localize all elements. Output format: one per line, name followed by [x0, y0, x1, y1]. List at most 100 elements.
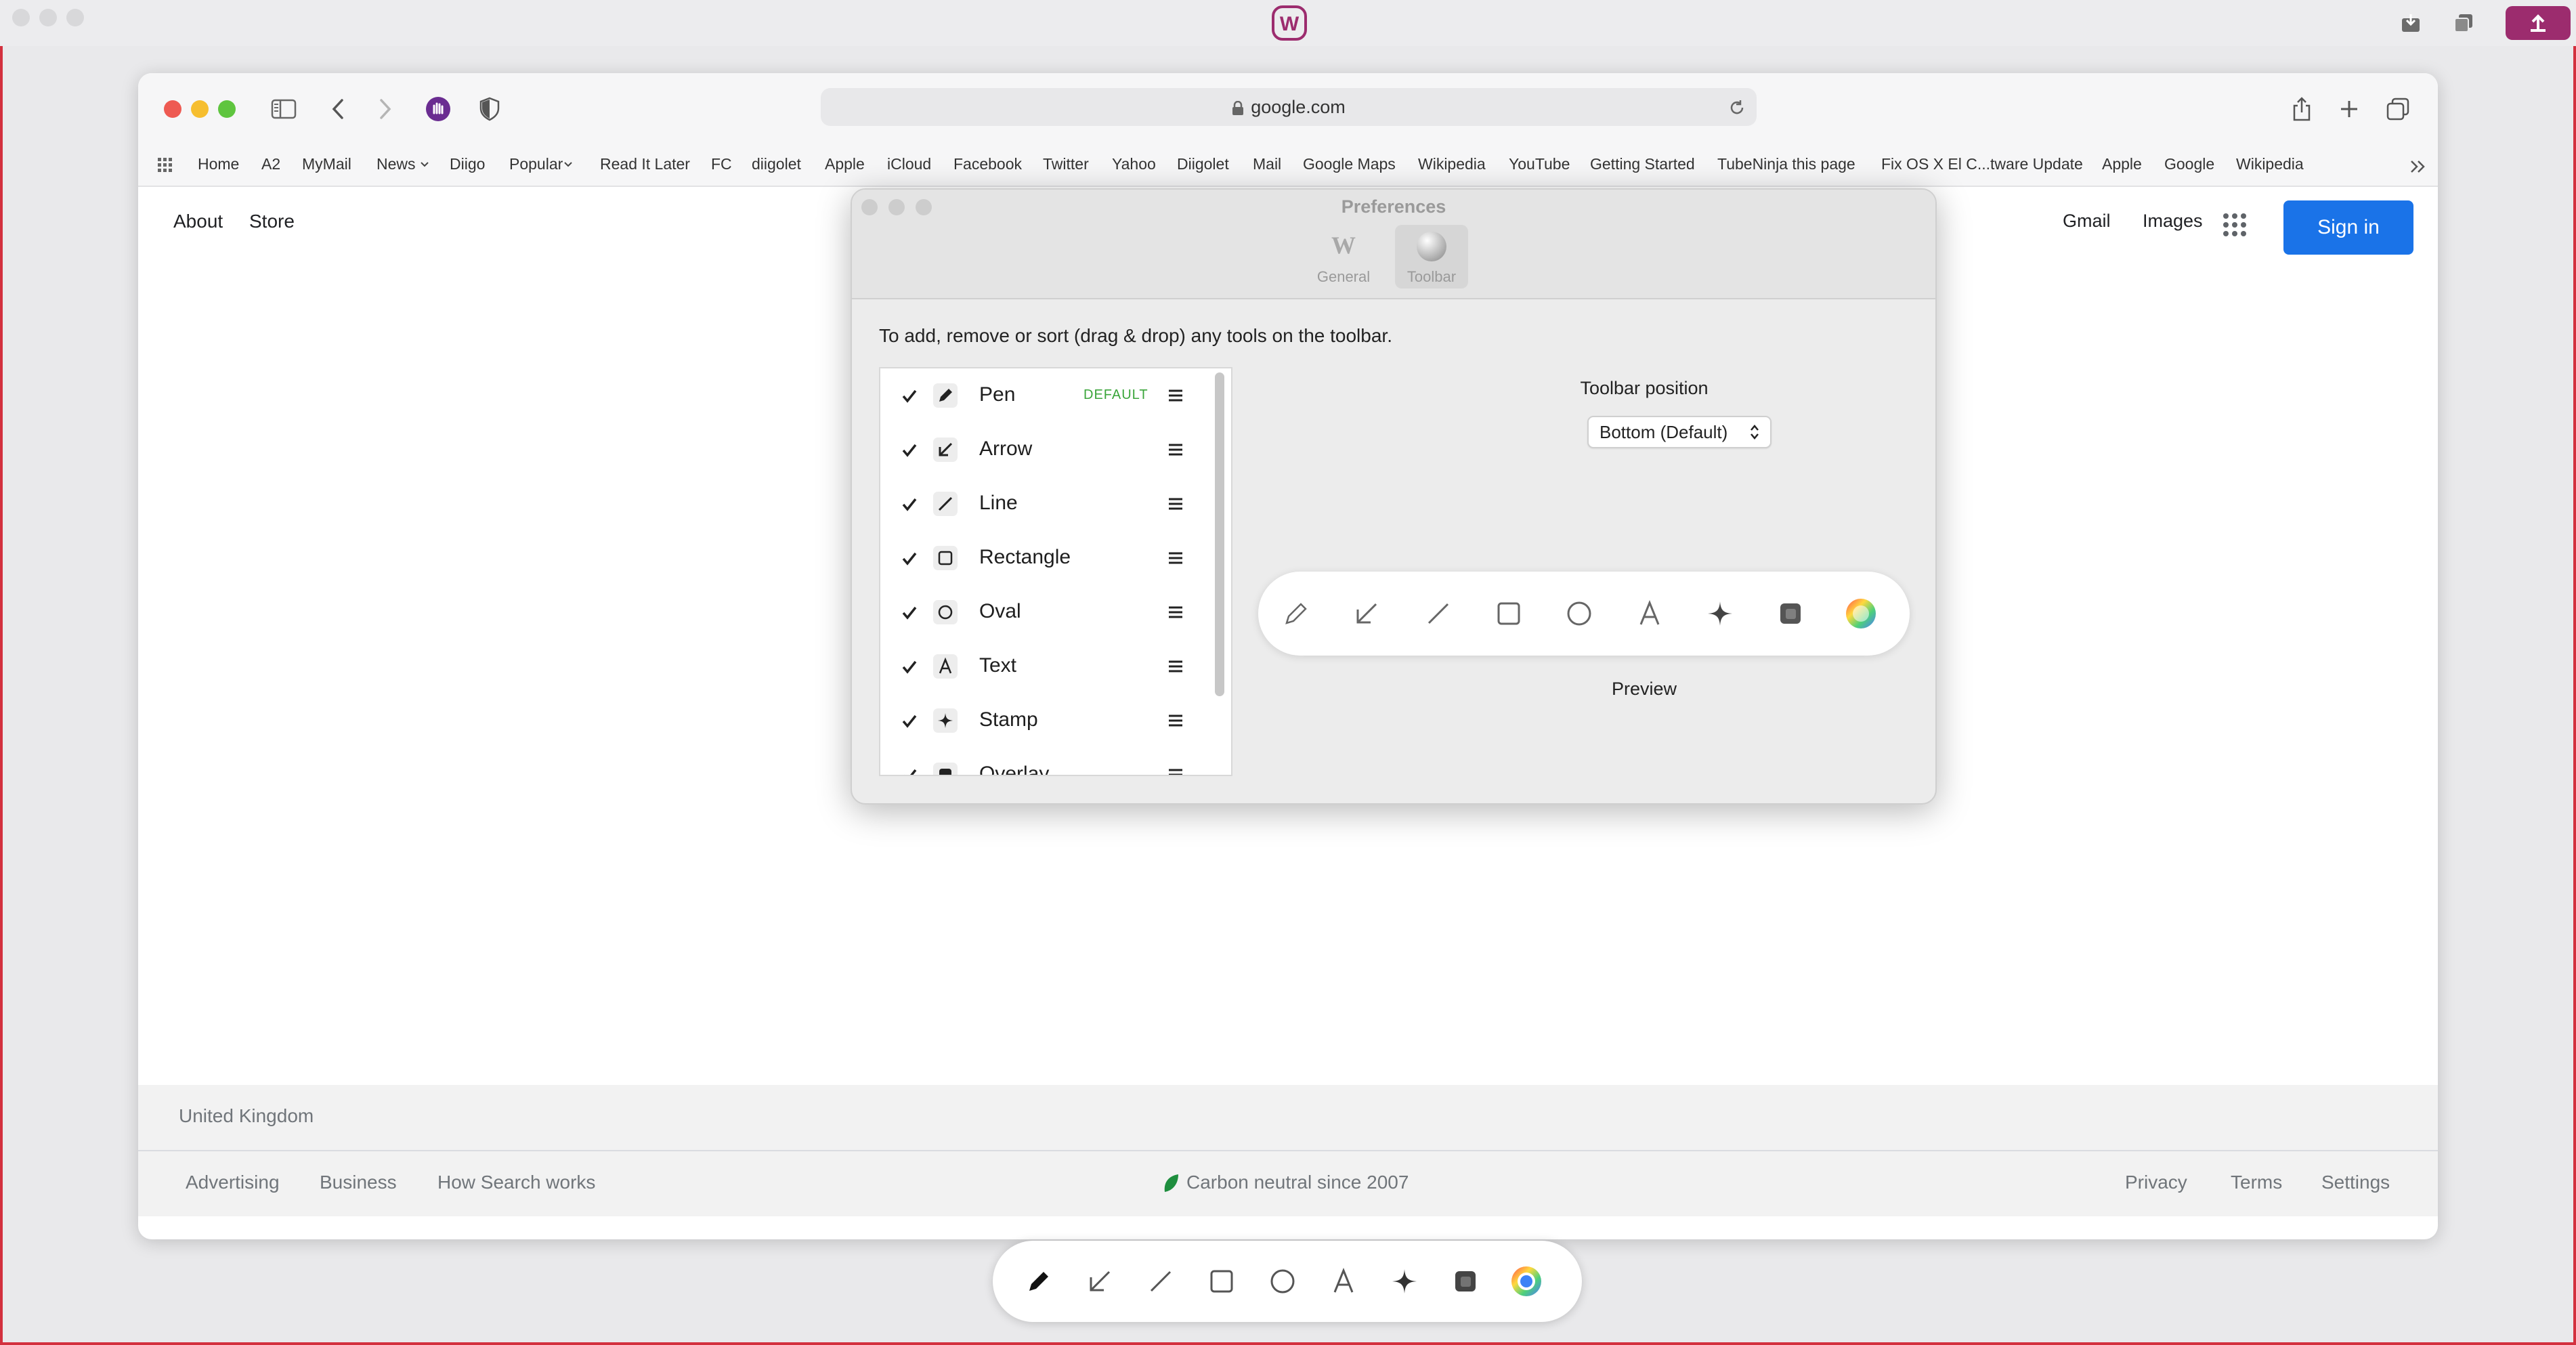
- tool-list[interactable]: Pen DEFAULT Arrow Line Rectangle Oval Te…: [879, 367, 1232, 776]
- footer-privacy-link[interactable]: Privacy: [2125, 1172, 2187, 1193]
- drag-handle-icon[interactable]: [1167, 387, 1184, 404]
- bookmark-diigolet-2[interactable]: Diigolet: [1177, 145, 1229, 186]
- tab-toolbar[interactable]: Toolbar: [1395, 225, 1468, 289]
- store-link[interactable]: Store: [249, 211, 295, 232]
- carbon-neutral-link[interactable]: Carbon neutral since 2007: [1186, 1172, 1409, 1193]
- drag-handle-icon[interactable]: [1167, 496, 1184, 512]
- text-icon[interactable]: [1323, 1261, 1364, 1302]
- bookmark-icloud[interactable]: iCloud: [887, 145, 931, 186]
- bookmark-home[interactable]: Home: [198, 145, 239, 186]
- pen-icon[interactable]: [1018, 1261, 1059, 1302]
- bookmark-read-it-later[interactable]: Read It Later: [600, 145, 690, 186]
- preview-pen-icon: [1276, 593, 1316, 634]
- footer-business-link[interactable]: Business: [320, 1172, 397, 1193]
- tool-row-arrow[interactable]: Arrow: [880, 423, 1212, 477]
- google-apps-icon[interactable]: [2223, 213, 2247, 237]
- browser-minimize-button[interactable]: [191, 100, 209, 118]
- arrow-checkbox[interactable]: [899, 440, 920, 461]
- drag-handle-icon[interactable]: [1167, 442, 1184, 458]
- extension-hand-icon[interactable]: [421, 92, 455, 126]
- bookmark-getting-started[interactable]: Getting Started: [1590, 145, 1695, 186]
- bookmark-fix-os-x[interactable]: Fix OS X El C...tware Update: [1881, 145, 2083, 186]
- bookmark-popular[interactable]: Popular: [509, 145, 563, 186]
- bookmark-tubeninja[interactable]: TubeNinja this page: [1717, 145, 1855, 186]
- forward-icon[interactable]: [368, 92, 402, 126]
- upload-button[interactable]: [2506, 6, 2571, 40]
- oval-checkbox[interactable]: [899, 603, 920, 623]
- back-icon[interactable]: [321, 92, 355, 126]
- tool-row-pen[interactable]: Pen DEFAULT: [880, 368, 1212, 423]
- drag-handle-icon[interactable]: [1167, 658, 1184, 675]
- tool-row-stamp[interactable]: Stamp: [880, 693, 1212, 748]
- stamp-checkbox[interactable]: [899, 711, 920, 731]
- bookmark-diigo[interactable]: Diigo: [450, 145, 485, 186]
- color-picker-icon[interactable]: [1506, 1261, 1547, 1302]
- new-tab-icon[interactable]: [2332, 92, 2366, 126]
- bookmark-apple[interactable]: Apple: [825, 145, 865, 186]
- rectangle-checkbox[interactable]: [899, 549, 920, 569]
- drag-handle-icon[interactable]: [1167, 712, 1184, 729]
- minimize-window-button[interactable]: [39, 9, 57, 26]
- bookmark-apple-2[interactable]: Apple: [2102, 145, 2142, 186]
- pen-checkbox[interactable]: [899, 386, 920, 406]
- bookmark-mail[interactable]: Mail: [1253, 145, 1281, 186]
- tool-row-line[interactable]: Line: [880, 477, 1212, 531]
- sign-in-button[interactable]: Sign in: [2283, 200, 2413, 255]
- address-bar[interactable]: google.com: [821, 88, 1757, 126]
- bookmark-fc[interactable]: FC: [711, 145, 732, 186]
- footer-how-search-works-link[interactable]: How Search works: [437, 1172, 595, 1193]
- footer-advertising-link[interactable]: Advertising: [186, 1172, 280, 1193]
- tool-row-oval[interactable]: Oval: [880, 585, 1212, 639]
- tool-row-text[interactable]: Text: [880, 639, 1212, 693]
- footer-settings-link[interactable]: Settings: [2321, 1172, 2390, 1193]
- images-link[interactable]: Images: [2143, 211, 2203, 232]
- save-icon[interactable]: [2393, 7, 2428, 39]
- tool-row-rectangle[interactable]: Rectangle: [880, 531, 1212, 585]
- drag-handle-icon[interactable]: [1167, 550, 1184, 566]
- tab-general[interactable]: W General: [1307, 225, 1380, 289]
- bookmark-diigolet[interactable]: diigolet: [752, 145, 801, 186]
- bookmark-wikipedia[interactable]: Wikipedia: [1418, 145, 1486, 186]
- tool-list-scrollbar[interactable]: [1215, 372, 1224, 696]
- drag-handle-icon[interactable]: [1167, 767, 1184, 776]
- copy-icon[interactable]: [2446, 7, 2481, 39]
- line-icon[interactable]: [1140, 1261, 1181, 1302]
- privacy-shield-icon[interactable]: [473, 92, 507, 126]
- oval-icon[interactable]: [1262, 1261, 1303, 1302]
- footer-terms-link[interactable]: Terms: [2231, 1172, 2282, 1193]
- bookmark-news[interactable]: News: [377, 145, 416, 186]
- bookmark-youtube[interactable]: YouTube: [1509, 145, 1570, 186]
- reload-icon[interactable]: [1728, 99, 1746, 116]
- bookmark-twitter[interactable]: Twitter: [1043, 145, 1089, 186]
- drag-handle-icon[interactable]: [1167, 604, 1184, 620]
- arrow-icon[interactable]: [1079, 1261, 1120, 1302]
- rectangle-icon[interactable]: [1201, 1261, 1242, 1302]
- lock-icon: [1232, 100, 1244, 116]
- stamp-icon[interactable]: [1384, 1261, 1425, 1302]
- tool-row-overlay[interactable]: Overlay: [880, 748, 1212, 776]
- close-window-button[interactable]: [12, 9, 30, 26]
- apps-grid-icon[interactable]: [157, 157, 173, 173]
- bookmark-facebook[interactable]: Facebook: [953, 145, 1022, 186]
- browser-zoom-button[interactable]: [218, 100, 236, 118]
- gmail-link[interactable]: Gmail: [2063, 211, 2111, 232]
- overlay-icon[interactable]: [1445, 1261, 1486, 1302]
- overlay-checkbox[interactable]: [899, 765, 920, 776]
- tab-overview-icon[interactable]: [2381, 92, 2415, 126]
- text-checkbox[interactable]: [899, 657, 920, 677]
- sidebar-icon[interactable]: [267, 92, 301, 126]
- bookmark-yahoo[interactable]: Yahoo: [1112, 145, 1156, 186]
- about-link[interactable]: About: [173, 211, 223, 232]
- bookmark-a2[interactable]: A2: [261, 145, 280, 186]
- bookmark-wikipedia-2[interactable]: Wikipedia: [2236, 145, 2304, 186]
- url-text: google.com: [821, 88, 1757, 126]
- share-icon[interactable]: [2285, 92, 2319, 126]
- bookmark-google-maps[interactable]: Google Maps: [1303, 145, 1396, 186]
- zoom-window-button[interactable]: [66, 9, 84, 26]
- bookmark-google[interactable]: Google: [2164, 145, 2214, 186]
- bookmark-mymail[interactable]: MyMail: [302, 145, 351, 186]
- more-bookmarks-icon[interactable]: [2409, 158, 2427, 175]
- line-checkbox[interactable]: [899, 494, 920, 515]
- toolbar-position-select[interactable]: Bottom (Default): [1587, 416, 1772, 448]
- browser-close-button[interactable]: [164, 100, 181, 118]
